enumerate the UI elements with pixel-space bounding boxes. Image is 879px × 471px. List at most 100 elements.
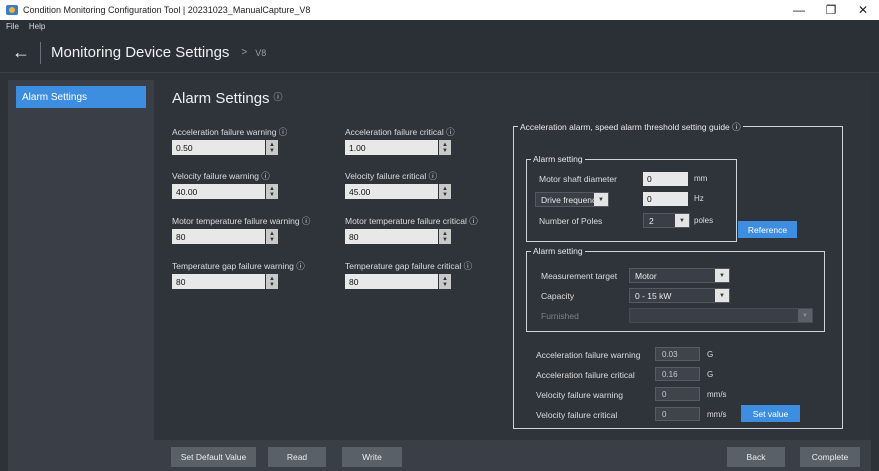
page-header: ← Monitoring Device Settings > V8 [0,33,879,73]
dropdown-arrow-icon[interactable]: ▼ [715,269,729,282]
temp-gap-critical-input[interactable]: 80 [345,274,438,289]
spin-arrows-icon[interactable]: ▲ ▼ [439,140,451,155]
measurement-target-label: Measurement target [541,271,618,281]
drive-frequency-label: Drive frequency [541,194,601,205]
velocity-warning-stepper[interactable]: 40.00 ▲ ▼ [172,184,278,199]
menu-help[interactable]: Help [29,22,45,31]
set-default-value-button[interactable]: Set Default Value [171,447,256,467]
motor-shaft-diameter-label: Motor shaft diameter [539,174,617,184]
motor-temp-critical-field: Motor temperature failure critical ⓘ 80 … [345,215,478,244]
drive-frequency-input[interactable]: 0 [643,192,688,206]
capacity-value: 0 - 15 kW [635,290,672,301]
result-velocity-critical-label: Velocity failure critical [536,410,618,420]
furnished-select: ▼ [629,308,813,323]
sidebar: Alarm Settings [8,80,154,471]
result-velocity-warning-label: Velocity failure warning [536,390,623,400]
velocity-critical-input[interactable]: 45.00 [345,184,438,199]
acceleration-critical-field: Acceleration failure critical ⓘ 1.00 ▲ ▼ [345,126,455,155]
result-acceleration-critical-label: Acceleration failure critical [536,370,635,380]
info-icon[interactable]: ⓘ [274,92,283,102]
spin-arrows-icon[interactable]: ▲ ▼ [266,184,278,199]
motor-temp-warning-stepper[interactable]: 80 ▲ ▼ [172,229,310,244]
back-arrow-icon[interactable]: ← [6,38,36,68]
temp-gap-warning-stepper[interactable]: 80 ▲ ▼ [172,274,305,289]
threshold-guide-group: Acceleration alarm, speed alarm threshol… [513,121,843,429]
write-button[interactable]: Write [342,447,402,467]
result-velocity-critical-value: 0 [655,407,700,421]
velocity-critical-stepper[interactable]: 45.00 ▲ ▼ [345,184,451,199]
motor-temp-warning-label: Motor temperature failure warning ⓘ [172,216,311,226]
dropdown-arrow-icon[interactable]: ▼ [594,193,608,206]
window-title: Condition Monitoring Configuration Tool … [23,5,311,15]
measurement-target-select[interactable]: Motor ▼ [629,268,730,283]
velocity-critical-label: Velocity failure critical ⓘ [345,171,438,181]
drive-frequency-select[interactable]: Drive frequency ▼ [535,192,609,207]
temp-gap-warning-input[interactable]: 80 [172,274,265,289]
acceleration-warning-input[interactable]: 0.50 [172,140,265,155]
temp-gap-warning-field: Temperature gap failure warning ⓘ 80 ▲ ▼ [172,260,305,289]
velocity-warning-field: Velocity failure warning ⓘ 40.00 ▲ ▼ [172,170,278,199]
bottom-action-bar: Set Default Value Read Write Back Comple… [154,440,871,471]
result-acceleration-critical-value: 0.16 [655,367,700,381]
dropdown-arrow-icon[interactable]: ▼ [715,289,729,302]
result-velocity-warning-value: 0 [655,387,700,401]
spin-arrows-icon[interactable]: ▲ ▼ [439,229,451,244]
back-button[interactable]: Back [727,447,785,467]
acceleration-critical-stepper[interactable]: 1.00 ▲ ▼ [345,140,455,155]
set-value-button[interactable]: Set value [741,405,800,422]
result-acceleration-warning-label: Acceleration failure warning [536,350,641,360]
temp-gap-critical-stepper[interactable]: 80 ▲ ▼ [345,274,472,289]
complete-button[interactable]: Complete [800,447,860,467]
acceleration-warning-stepper[interactable]: 0.50 ▲ ▼ [172,140,287,155]
menu-bar: File Help [0,20,879,33]
velocity-critical-field: Velocity failure critical ⓘ 45.00 ▲ ▼ [345,170,451,199]
spin-arrows-icon[interactable]: ▲ ▼ [266,229,278,244]
number-of-poles-select[interactable]: 2 ▼ [643,213,690,228]
velocity-warning-input[interactable]: 40.00 [172,184,265,199]
window-title-bar: Condition Monitoring Configuration Tool … [0,0,879,20]
temp-gap-critical-field: Temperature gap failure critical ⓘ 80 ▲ ▼ [345,260,472,289]
motor-temp-critical-input[interactable]: 80 [345,229,438,244]
velocity-warning-label: Velocity failure warning ⓘ [172,171,270,181]
read-button[interactable]: Read [268,447,326,467]
result-acceleration-critical-unit: G [707,370,714,379]
temp-gap-critical-label: Temperature gap failure critical ⓘ [345,261,473,271]
close-button[interactable]: ✕ [847,0,879,20]
window-controls: — ❐ ✕ [783,0,879,20]
sidebar-item-alarm-settings[interactable]: Alarm Settings [16,86,146,108]
spin-arrows-icon[interactable]: ▲ ▼ [439,184,451,199]
result-acceleration-warning-unit: G [707,350,714,359]
alarm-setting-1-title: Alarm setting [531,154,585,164]
breadcrumb-device[interactable]: V8 [255,48,266,58]
maximize-button[interactable]: ❐ [815,0,847,20]
motor-temp-warning-field: Motor temperature failure warning ⓘ 80 ▲… [172,215,310,244]
spin-arrows-icon[interactable]: ▲ ▼ [266,140,278,155]
spin-arrows-icon[interactable]: ▲ ▼ [266,274,278,289]
number-of-poles-value: 2 [649,215,654,226]
alarm-setting-motor-group: Alarm setting Motor shaft diameter 0 mm … [526,154,737,242]
breadcrumb-separator: > [241,47,248,58]
alarm-setting-2-title: Alarm setting [531,246,585,256]
section-title-text: Alarm Settings [172,90,270,107]
acceleration-critical-label: Acceleration failure critical ⓘ [345,127,455,137]
page-title: Monitoring Device Settings [51,44,230,61]
main-panel: Alarm Settings ⓘ Acceleration failure war… [154,80,871,440]
number-of-poles-unit: poles [694,216,714,225]
motor-shaft-diameter-input[interactable]: 0 [643,172,688,186]
acceleration-critical-input[interactable]: 1.00 [345,140,438,155]
minimize-button[interactable]: — [783,0,815,20]
menu-file[interactable]: File [6,22,19,31]
dropdown-arrow-icon[interactable]: ▼ [675,214,689,227]
app-icon [6,5,18,15]
number-of-poles-label: Number of Poles [539,216,603,226]
motor-temp-warning-input[interactable]: 80 [172,229,265,244]
reference-button[interactable]: Reference [738,221,797,238]
motor-temp-critical-label: Motor temperature failure critical ⓘ [345,216,478,226]
motor-temp-critical-stepper[interactable]: 80 ▲ ▼ [345,229,478,244]
measurement-target-value: Motor [635,270,657,281]
capacity-select[interactable]: 0 - 15 kW ▼ [629,288,730,303]
drive-frequency-unit: Hz [694,194,704,203]
spin-arrows-icon[interactable]: ▲ ▼ [439,274,451,289]
section-title: Alarm Settings ⓘ [172,90,283,107]
capacity-label: Capacity [541,291,575,301]
